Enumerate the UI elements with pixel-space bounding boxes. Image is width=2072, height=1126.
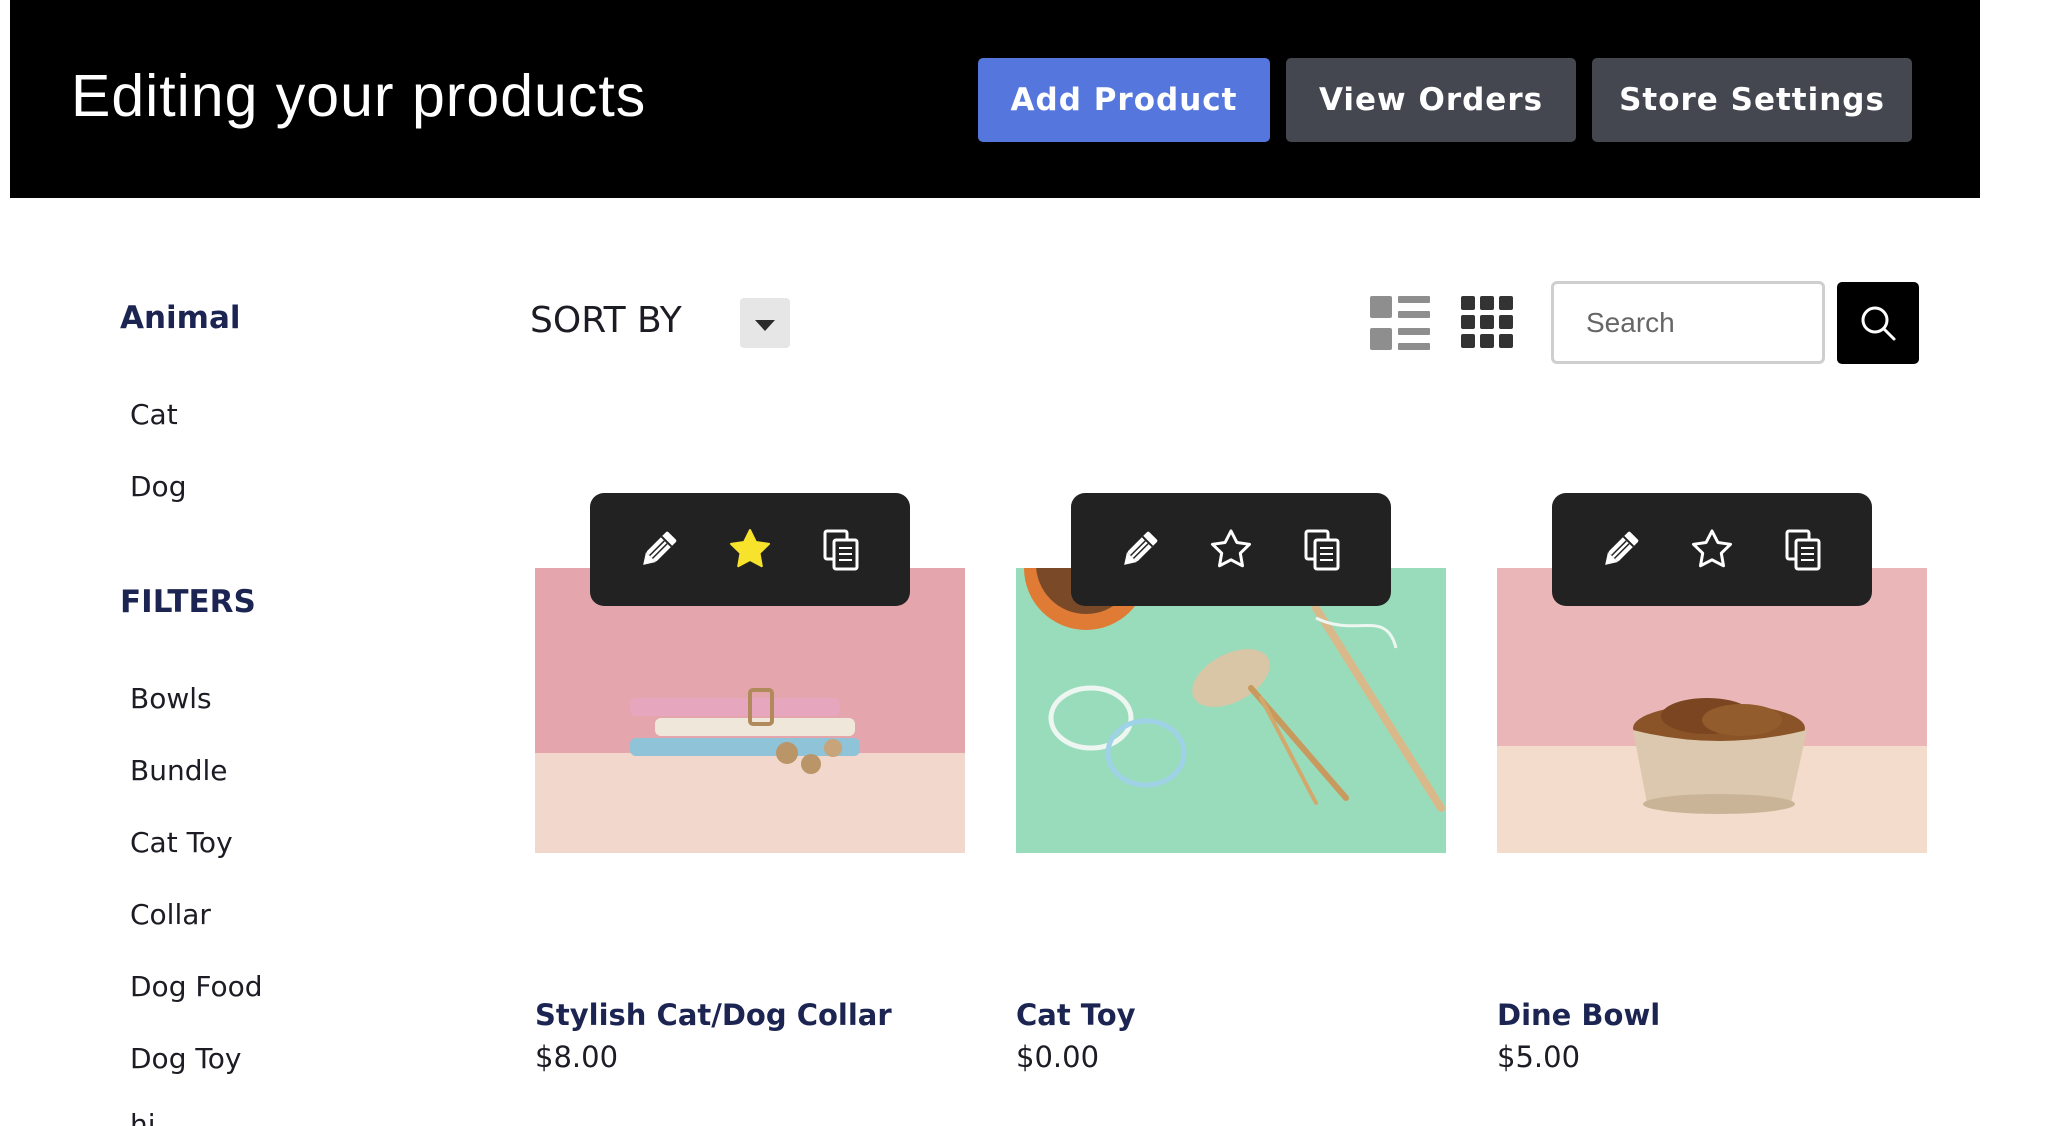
store-settings-button[interactable]: Store Settings [1592,58,1912,142]
filter-item-hi[interactable]: hi [130,1108,156,1126]
sort-by-label: SORT BY [530,300,682,341]
copy-icon[interactable] [819,527,865,573]
search-icon [1861,306,1896,341]
product-image[interactable] [1016,568,1446,853]
filter-item-dog-toy[interactable]: Dog Toy [130,1042,241,1075]
sidebar-item-cat[interactable]: Cat [130,398,178,431]
product-name[interactable]: Cat Toy [1016,998,1136,1032]
pencil-icon[interactable] [1597,527,1643,573]
product-price: $0.00 [1016,1040,1100,1074]
filter-item-dog-food[interactable]: Dog Food [130,970,263,1003]
product-card: Stylish Cat/Dog Collar $8.00 [535,493,965,1074]
list-view-icon[interactable] [1370,296,1430,350]
filters-heading: FILTERS [120,584,256,620]
filter-item-bowls[interactable]: Bowls [130,682,212,715]
filter-item-collar[interactable]: Collar [130,898,211,931]
product-card: Cat Toy $0.00 [1016,493,1446,1074]
chevron-down-icon [755,319,775,331]
product-action-bar [1552,493,1872,606]
animal-heading: Animal [120,300,241,336]
search-input[interactable] [1551,281,1825,364]
pencil-icon[interactable] [1116,527,1162,573]
filter-item-bundle[interactable]: Bundle [130,754,227,787]
product-price: $8.00 [535,1040,619,1074]
product-name[interactable]: Dine Bowl [1497,998,1660,1032]
product-action-bar [590,493,910,606]
page-title: Editing your products [71,63,647,129]
view-orders-button[interactable]: View Orders [1286,58,1576,142]
sidebar-item-dog[interactable]: Dog [130,470,186,503]
copy-icon[interactable] [1781,527,1827,573]
pencil-icon[interactable] [635,527,681,573]
copy-icon[interactable] [1300,527,1346,573]
product-price: $5.00 [1497,1040,1581,1074]
star-icon[interactable] [727,527,773,573]
add-product-button[interactable]: Add Product [978,58,1270,142]
product-card: Dine Bowl $5.00 [1497,493,1927,1074]
product-image[interactable] [535,568,965,853]
star-icon[interactable] [1689,527,1735,573]
search-button[interactable] [1837,282,1919,364]
product-action-bar [1071,493,1391,606]
product-image[interactable] [1497,568,1927,853]
top-header: Editing your products Add Product View O… [10,0,1980,198]
sort-dropdown[interactable] [740,298,790,348]
grid-view-icon[interactable] [1461,296,1513,348]
filter-item-cat-toy[interactable]: Cat Toy [130,826,233,859]
star-icon[interactable] [1208,527,1254,573]
product-name[interactable]: Stylish Cat/Dog Collar [535,998,892,1032]
